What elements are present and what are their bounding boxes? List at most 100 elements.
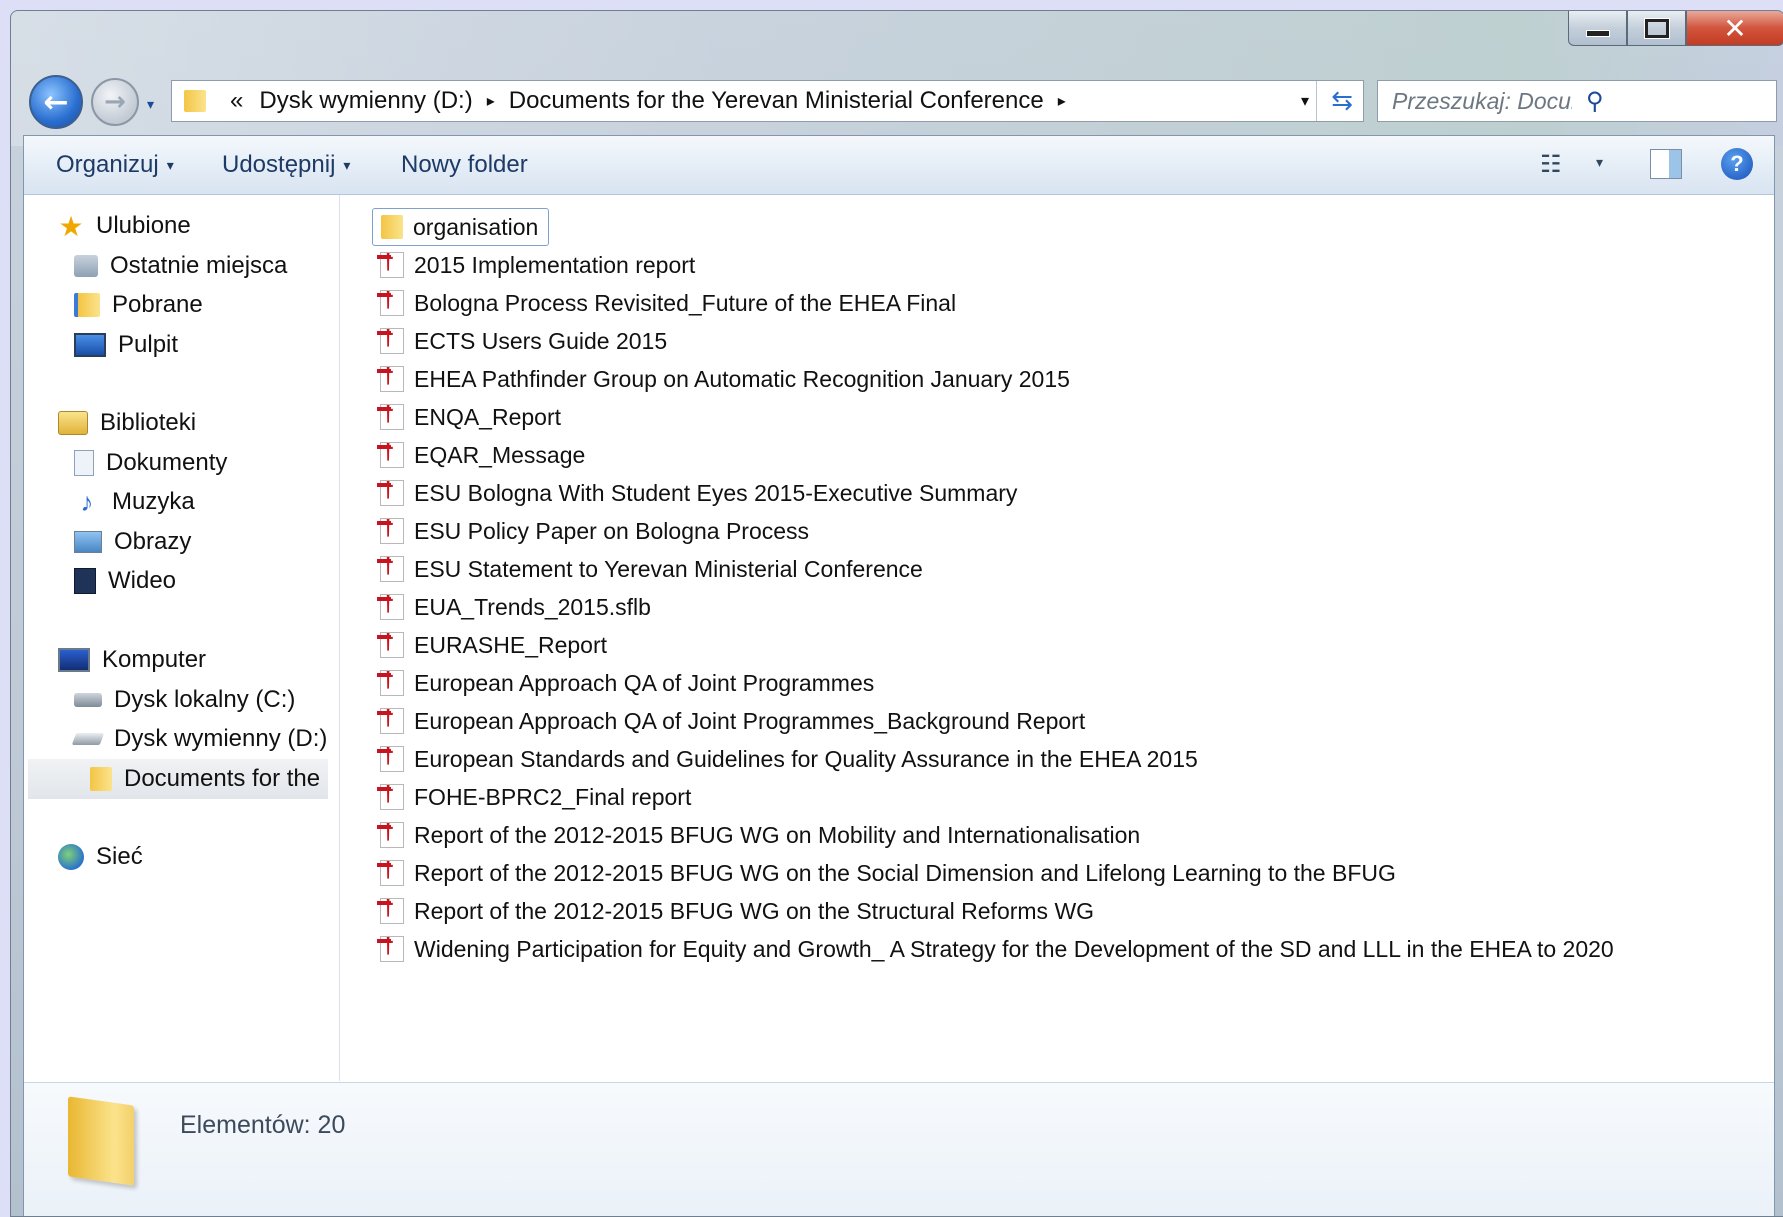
folder-icon xyxy=(90,767,112,791)
hard-drive-icon xyxy=(74,693,102,707)
sidebar-item-label: Wideo xyxy=(108,567,177,594)
list-item[interactable]: ESU Statement to Yerevan Ministerial Con… xyxy=(372,550,923,588)
folder-thumbnail-icon xyxy=(68,1096,134,1186)
sidebar-item-label: Dysk lokalny (C:) xyxy=(114,686,296,713)
list-item[interactable]: 2015 Implementation report xyxy=(372,246,695,284)
file-name: ESU Bologna With Student Eyes 2015-Execu… xyxy=(414,479,1018,506)
list-item[interactable]: Report of the 2012-2015 BFUG WG on the S… xyxy=(372,854,1396,892)
back-button[interactable]: ← xyxy=(29,75,83,129)
maximize-icon xyxy=(1643,17,1670,39)
list-item[interactable]: European Approach QA of Joint Programmes xyxy=(372,664,874,702)
sidebar-item-local-disk-c[interactable]: Dysk lokalny (C:) xyxy=(74,680,295,720)
minimize-button[interactable] xyxy=(1568,11,1627,46)
pdf-file-icon xyxy=(377,553,404,582)
help-icon[interactable]: ? xyxy=(1721,148,1753,180)
removable-drive-icon xyxy=(71,733,105,745)
pdf-file-icon xyxy=(377,705,404,734)
details-pane: Elementów: 20 xyxy=(24,1082,1774,1216)
list-item[interactable]: EQAR_Message xyxy=(372,436,585,474)
desktop-icon xyxy=(74,333,106,357)
sidebar-item-network[interactable]: Sieć xyxy=(58,837,143,877)
sidebar-item-videos[interactable]: Wideo xyxy=(74,561,176,601)
file-name: EQAR_Message xyxy=(414,441,586,468)
sidebar-item-desktop[interactable]: Pulpit xyxy=(74,325,178,365)
sidebar-item-current-folder[interactable]: Documents for the xyxy=(28,759,328,799)
file-name: FOHE-BPRC2_Final report xyxy=(414,783,692,810)
list-item[interactable]: Widening Participation for Equity and Gr… xyxy=(372,930,1614,968)
sidebar-item-favorites[interactable]: ★ Ulubione xyxy=(58,206,191,246)
list-item[interactable]: European Approach QA of Joint Programmes… xyxy=(372,702,1085,740)
list-item[interactable]: ECTS Users Guide 2015 xyxy=(372,322,667,360)
explorer-window: ✕ ← → ▾ « Dysk wymienny (D:) ▸ Documents… xyxy=(10,10,1783,1217)
recent-places-icon xyxy=(74,255,98,277)
command-bar: Organizuj ▾ Udostępnij ▾ Nowy folder ☷ ▾ ? xyxy=(24,136,1774,195)
list-item[interactable]: ESU Bologna With Student Eyes 2015-Execu… xyxy=(372,474,1017,512)
pdf-file-icon xyxy=(377,439,404,468)
search-input[interactable]: Przeszukaj: Documents for the... ⚲ xyxy=(1377,80,1777,122)
new-folder-button[interactable]: Nowy folder xyxy=(401,151,528,179)
search-icon[interactable]: ⚲ xyxy=(1572,87,1776,116)
sidebar-item-label: Dysk wymienny (D:) xyxy=(114,725,328,752)
breadcrumb-chevron-icon[interactable]: ▸ xyxy=(1052,91,1072,111)
close-icon: ✕ xyxy=(1723,11,1747,45)
list-item[interactable]: Report of the 2012-2015 BFUG WG on Mobil… xyxy=(372,816,1140,854)
list-item[interactable]: ESU Policy Paper on Bologna Process xyxy=(372,512,809,550)
organize-button[interactable]: Organizuj ▾ xyxy=(56,151,174,179)
file-name: European Approach QA of Joint Programmes xyxy=(414,669,875,696)
breadcrumb-overflow[interactable]: « xyxy=(222,87,251,115)
file-name: ESU Statement to Yerevan Ministerial Con… xyxy=(414,555,923,582)
recent-pages-dropdown[interactable]: ▾ xyxy=(147,97,154,113)
list-item[interactable]: EUA_Trends_2015.sflb xyxy=(372,588,651,626)
list-item[interactable]: Report of the 2012-2015 BFUG WG on the S… xyxy=(372,892,1094,930)
sidebar-item-removable-disk-d[interactable]: Dysk wymienny (D:) xyxy=(71,719,328,759)
sidebar-item-computer[interactable]: Komputer xyxy=(58,640,206,680)
list-item[interactable]: ENQA_Report xyxy=(372,398,561,436)
share-button[interactable]: Udostępnij ▾ xyxy=(222,151,350,179)
sidebar-item-label: Documents for the xyxy=(124,765,321,792)
file-name: Report of the 2012-2015 BFUG WG on the S… xyxy=(414,897,1095,924)
pdf-file-icon xyxy=(377,401,404,430)
pdf-file-icon xyxy=(377,857,404,886)
file-name: EUA_Trends_2015.sflb xyxy=(414,593,651,620)
sidebar-item-libraries[interactable]: Biblioteki xyxy=(58,403,196,443)
view-options-dropdown-icon[interactable]: ▾ xyxy=(1596,154,1603,171)
close-button[interactable]: ✕ xyxy=(1686,11,1783,46)
list-item[interactable]: European Standards and Guidelines for Qu… xyxy=(372,740,1198,778)
sidebar-item-label: Sieć xyxy=(96,843,143,870)
preview-pane-icon[interactable] xyxy=(1650,149,1682,179)
share-label: Udostępnij xyxy=(222,151,336,178)
list-item[interactable]: EURASHE_Report xyxy=(372,626,607,664)
pictures-icon xyxy=(74,531,102,553)
address-bar[interactable]: « Dysk wymienny (D:) ▸ Documents for the… xyxy=(171,80,1364,122)
sidebar-item-documents[interactable]: Dokumenty xyxy=(74,443,227,483)
sidebar-item-label: Pulpit xyxy=(118,331,179,358)
refresh-icon[interactable]: ⇆ xyxy=(1331,85,1353,116)
change-view-icon[interactable]: ☷ xyxy=(1540,150,1562,179)
title-bar xyxy=(11,11,1783,146)
forward-button[interactable]: → xyxy=(91,78,139,126)
breadcrumb-drive[interactable]: Dysk wymienny (D:) xyxy=(251,87,480,115)
file-name: Report of the 2012-2015 BFUG WG on Mobil… xyxy=(414,821,1141,848)
maximize-button[interactable] xyxy=(1627,11,1686,46)
list-item[interactable]: organisation xyxy=(372,208,550,246)
sidebar-item-recent-places[interactable]: Ostatnie miejsca xyxy=(74,246,287,286)
sidebar-item-label: Dokumenty xyxy=(106,449,228,476)
sidebar-item-label: Ulubione xyxy=(96,212,191,239)
list-item[interactable]: FOHE-BPRC2_Final report xyxy=(372,778,691,816)
star-icon: ★ xyxy=(58,210,84,242)
pdf-file-icon xyxy=(377,743,404,772)
list-item[interactable]: Bologna Process Revisited_Future of the … xyxy=(372,284,956,322)
sidebar-item-pictures[interactable]: Obrazy xyxy=(74,522,191,562)
pdf-file-icon xyxy=(377,781,404,810)
file-name: Report of the 2012-2015 BFUG WG on the S… xyxy=(414,859,1396,886)
pdf-file-icon xyxy=(377,287,404,316)
list-item[interactable]: EHEA Pathfinder Group on Automatic Recog… xyxy=(372,360,1070,398)
back-arrow-icon: ← xyxy=(43,84,69,120)
sidebar-item-label: Ostatnie miejsca xyxy=(110,252,288,279)
breadcrumb-current-folder[interactable]: Documents for the Yerevan Ministerial Co… xyxy=(501,87,1052,115)
address-dropdown-icon[interactable]: ▾ xyxy=(1301,91,1309,111)
sidebar-item-downloads[interactable]: Pobrane xyxy=(74,285,203,325)
sidebar-item-music[interactable]: ♪ Muzyka xyxy=(74,482,195,522)
sidebar-item-label: Obrazy xyxy=(114,528,192,555)
breadcrumb-chevron-icon[interactable]: ▸ xyxy=(481,91,501,111)
